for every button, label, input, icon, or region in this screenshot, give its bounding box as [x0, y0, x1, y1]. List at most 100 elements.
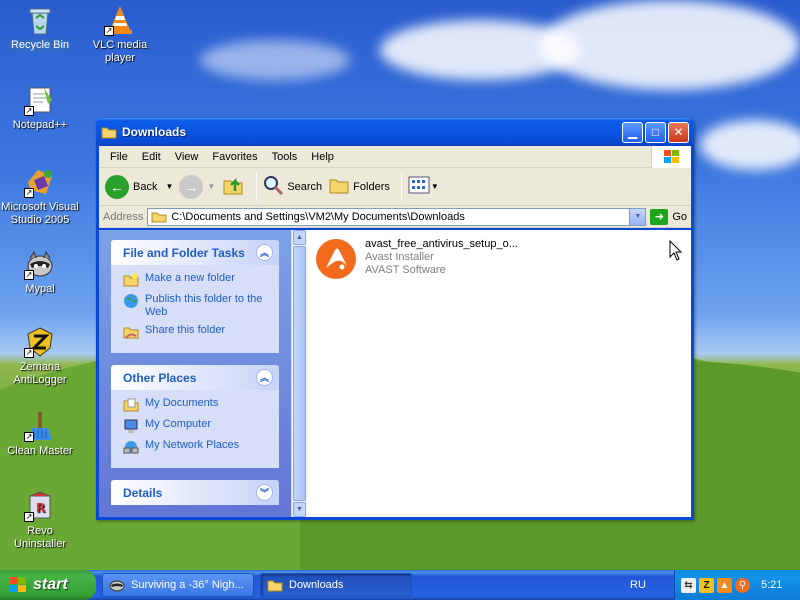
file-list: avast_free_antivirus_setup_o... Avast In…: [307, 230, 691, 517]
task-link-label: Publish this folder to the Web: [145, 293, 263, 318]
up-folder-button[interactable]: [221, 173, 245, 200]
desktop-icon-label: Clean Master: [7, 445, 73, 457]
desktop-icon-label: VLC media player: [92, 39, 148, 64]
explorer-window: Downloads ▁ □ ✕ File Edit View Favorites…: [96, 118, 694, 520]
menu-bar: File Edit View Favorites Tools Help: [99, 146, 691, 168]
file-folder-tasks-header[interactable]: File and Folder Tasks ︽: [111, 240, 279, 265]
desktop-icon-zemana[interactable]: ↗ Zemana AntiLogger: [0, 326, 80, 387]
chevron-down-icon[interactable]: ▼: [165, 182, 173, 191]
revo-uninstaller-icon: R ↗: [24, 490, 56, 522]
search-tray-icon[interactable]: ⚲: [735, 577, 750, 593]
address-input[interactable]: C:\Documents and Settings\VM2\My Documen…: [147, 207, 647, 226]
clock[interactable]: 5:21: [761, 579, 782, 591]
network-tray-icon[interactable]: ⇆: [681, 577, 696, 593]
desktop-icon-label: Mypal: [25, 283, 55, 295]
desktop-icon-notepad-plus-plus[interactable]: ↗ Notepad++: [0, 84, 80, 132]
new-folder-icon: [123, 272, 139, 288]
taskbar-button-label: Downloads: [289, 579, 344, 591]
maximize-icon: □: [651, 125, 660, 139]
other-places-header[interactable]: Other Places ︽: [111, 365, 279, 390]
scrollbar-thumb[interactable]: [293, 246, 306, 501]
mouse-cursor-icon: [669, 239, 683, 262]
search-icon: [262, 174, 284, 199]
desktop-icon-mypal[interactable]: ↗ Mypal: [0, 248, 80, 296]
shortcut-arrow-icon: ↗: [24, 512, 34, 522]
views-icon: [407, 174, 431, 199]
expand-chevron-icon[interactable]: ︾: [256, 484, 273, 501]
mypal-raccoon-icon: ↗: [24, 248, 56, 280]
my-computer-link[interactable]: My Computer: [123, 418, 271, 434]
minimize-icon: ▁: [627, 125, 638, 139]
address-bar: Address C:\Documents and Settings\VM2\My…: [99, 206, 691, 228]
cloud: [200, 40, 350, 80]
folder-icon: [267, 578, 283, 592]
menu-file[interactable]: File: [103, 149, 135, 165]
my-documents-link[interactable]: My Documents: [123, 397, 271, 413]
desktop-icon-revo-uninstaller[interactable]: R ↗ Revo Uninstaller: [0, 490, 80, 551]
taskbar-button-browser[interactable]: Surviving a -36° Nigh...: [102, 573, 254, 597]
close-icon: ✕: [673, 125, 684, 139]
folder-icon: [101, 125, 117, 139]
desktop-icon-vlc[interactable]: ↗ VLC media player: [80, 4, 160, 65]
vlc-tray-icon[interactable]: ▲: [717, 577, 732, 593]
zemana-tray-icon[interactable]: Z: [699, 577, 714, 593]
share-folder-link[interactable]: Share this folder: [123, 324, 271, 340]
desktop-icon-visual-studio[interactable]: ↗ Microsoft Visual Studio 2005: [0, 166, 80, 227]
close-button[interactable]: ✕: [668, 121, 689, 143]
my-documents-icon: [123, 397, 139, 413]
broom-icon: ↗: [24, 410, 56, 442]
go-button[interactable]: ➜ Go: [650, 208, 687, 225]
back-button[interactable]: ← Back ▼: [105, 174, 173, 199]
search-button[interactable]: Search: [262, 174, 322, 199]
forward-button[interactable]: → ▼: [179, 174, 216, 199]
collapse-chevron-icon[interactable]: ︽: [256, 244, 273, 261]
views-button[interactable]: ▼: [407, 174, 439, 199]
collapse-chevron-icon[interactable]: ︽: [256, 369, 273, 386]
start-button[interactable]: start: [0, 570, 96, 600]
menu-view[interactable]: View: [168, 149, 206, 165]
publish-folder-web-link[interactable]: Publish this folder to the Web: [123, 293, 271, 319]
scroll-up-arrow-icon[interactable]: ▲: [293, 230, 306, 245]
title-bar[interactable]: Downloads ▁ □ ✕: [96, 118, 694, 146]
folders-button[interactable]: Folders: [328, 174, 390, 199]
network-places-icon: [123, 439, 139, 455]
language-label: RU: [630, 579, 646, 591]
start-label: start: [33, 576, 68, 593]
vlc-cone-icon: ↗: [104, 4, 136, 36]
desktop-icon-clean-master[interactable]: ↗ Clean Master: [0, 410, 80, 458]
my-network-places-link[interactable]: My Network Places: [123, 439, 271, 455]
globe-icon: [123, 293, 139, 309]
minimize-button[interactable]: ▁: [622, 121, 643, 143]
cloud: [700, 120, 800, 170]
chevron-down-icon: ▼: [430, 182, 439, 191]
zemana-icon: ↗: [24, 326, 56, 358]
maximize-button[interactable]: □: [645, 121, 666, 143]
visual-studio-icon: ↗: [24, 166, 56, 198]
chevron-down-icon: ▼: [207, 182, 216, 191]
file-item[interactable]: avast_free_antivirus_setup_o... Avast In…: [315, 238, 518, 280]
file-name: avast_free_antivirus_setup_o...: [365, 238, 518, 250]
menu-help[interactable]: Help: [304, 149, 341, 165]
details-panel: Details ︾: [111, 480, 279, 505]
shortcut-arrow-icon: ↗: [104, 26, 114, 36]
notepad-plus-plus-icon: ↗: [24, 84, 56, 116]
shortcut-arrow-icon: ↗: [24, 432, 34, 442]
place-link-label: My Computer: [145, 418, 212, 430]
desktop-icon-recycle-bin[interactable]: Recycle Bin: [0, 4, 80, 52]
toolbar-separator: [400, 172, 402, 201]
address-path: C:\Documents and Settings\VM2\My Documen…: [171, 210, 465, 223]
menu-edit[interactable]: Edit: [135, 149, 168, 165]
menu-tools[interactable]: Tools: [265, 149, 305, 165]
taskbar-button-downloads[interactable]: Downloads: [260, 573, 412, 597]
go-label: Go: [672, 210, 687, 223]
language-indicator[interactable]: RU: [630, 570, 646, 600]
scroll-down-arrow-icon[interactable]: ▼: [293, 502, 306, 517]
recycle-bin-icon: [24, 4, 56, 36]
menu-favorites[interactable]: Favorites: [205, 149, 264, 165]
make-new-folder-link[interactable]: Make a new folder: [123, 272, 271, 288]
share-folder-icon: [123, 324, 139, 340]
address-dropdown-button[interactable]: ▼: [629, 208, 646, 225]
folders-icon: [328, 174, 350, 199]
details-header[interactable]: Details ︾: [111, 480, 279, 505]
task-pane-scrollbar[interactable]: ▲ ▼: [291, 230, 307, 517]
